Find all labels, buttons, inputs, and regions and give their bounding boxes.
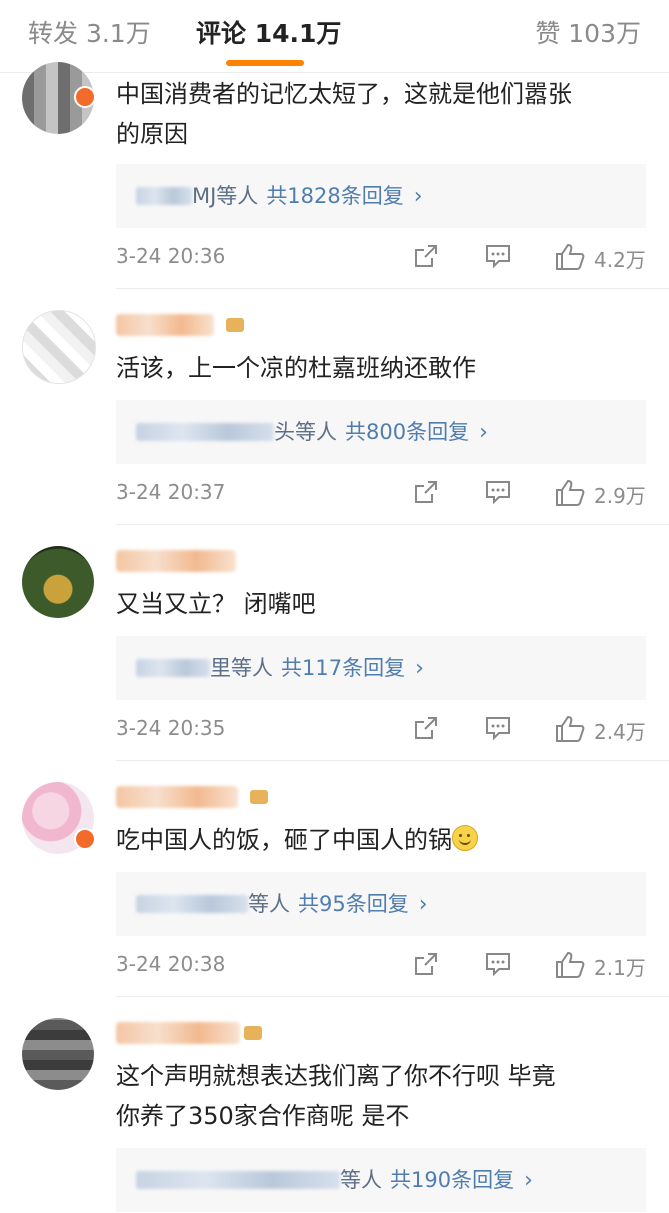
comment-tabs: 转发 3.1万 评论 14.1万 赞 103万 (0, 0, 669, 73)
reply-users-suffix: 等人 (340, 1168, 382, 1192)
avatar[interactable] (22, 1018, 94, 1090)
verified-badge-icon (74, 86, 96, 108)
tab-repost[interactable]: 转发 3.1万 (28, 14, 151, 50)
like-count: 2.4万 (594, 720, 646, 744)
reply-users-suffix: MJ等人 (192, 184, 259, 208)
smiley-emoji-icon (452, 825, 478, 851)
thumbs-up-icon[interactable] (554, 478, 586, 508)
comment-icon[interactable] (484, 242, 512, 270)
comment-text: 中国消费者的记忆太短了，这就是他们嚣张 的原因 (116, 74, 646, 154)
share-icon[interactable] (412, 478, 440, 506)
username[interactable] (116, 550, 236, 572)
avatar[interactable] (22, 310, 96, 384)
comment-meta: 3-24 20:38 2.1万 (116, 950, 646, 980)
thumbs-up-icon[interactable] (554, 714, 586, 744)
like-count: 2.1万 (594, 956, 646, 980)
thumbs-up-icon[interactable] (554, 950, 586, 980)
reply-user-names (136, 895, 248, 913)
username[interactable] (116, 314, 214, 336)
share-icon[interactable] (412, 714, 440, 742)
reply-count-link[interactable]: 共117条回复 (281, 656, 405, 680)
comment-text: 吃中国人的饭，砸了中国人的锅 (116, 820, 646, 860)
share-icon[interactable] (412, 242, 440, 270)
user-level-badge-icon (226, 318, 244, 332)
comment-icon[interactable] (484, 714, 512, 742)
comment-line: 的原因 (116, 120, 188, 148)
comment-icon[interactable] (484, 478, 512, 506)
reply-users-suffix: 里等人 (210, 656, 273, 680)
comment-line: 吃中国人的饭，砸了中国人的锅 (116, 820, 646, 860)
chevron-right-icon: › (524, 1168, 533, 1193)
reply-preview[interactable]: MJ等人 共1828条回复 › (116, 164, 646, 228)
comment-meta: 3-24 20:36 4.2万 (116, 242, 646, 272)
like-count: 4.2万 (594, 248, 646, 272)
comment-line: 中国消费者的记忆太短了，这就是他们嚣张 (116, 80, 572, 108)
reply-preview[interactable]: 里等人 共117条回复 › (116, 636, 646, 700)
reply-user-names (136, 187, 192, 205)
comment-timestamp: 3-24 20:37 (116, 480, 226, 504)
comment-meta: 3-24 20:35 2.4万 (116, 714, 646, 744)
username[interactable] (116, 1022, 240, 1044)
comment-divider (116, 288, 669, 289)
tab-likes[interactable]: 赞 103万 (535, 14, 641, 50)
chevron-right-icon: › (418, 892, 428, 917)
reply-count-link[interactable]: 共190条回复 (390, 1168, 514, 1192)
chevron-right-icon: › (413, 184, 423, 209)
comment-meta: 3-24 20:37 2.9万 (116, 478, 646, 508)
comment-divider (116, 524, 669, 525)
reply-count-link[interactable]: 共800条回复 (345, 420, 469, 444)
thumbs-up-icon[interactable] (554, 242, 586, 272)
reply-preview[interactable]: 等人 共190条回复 › (116, 1148, 646, 1212)
comment-line-text: 吃中国人的饭，砸了中国人的锅 (116, 826, 452, 854)
user-level-badge-icon (244, 1026, 262, 1040)
reply-users-suffix: 等人 (248, 892, 290, 916)
comment-text: 这个声明就想表达我们离了你不行呗 毕竟 你养了350家合作商呢 是不 (116, 1056, 646, 1136)
chevron-right-icon: › (479, 420, 488, 445)
comment-timestamp: 3-24 20:36 (116, 244, 226, 268)
chevron-right-icon: › (415, 656, 424, 681)
like-count: 2.9万 (594, 484, 646, 508)
comment-line: 又当又立？ 闭嘴吧 (116, 590, 316, 618)
reply-count-link[interactable]: 共95条回复 (298, 892, 409, 916)
verified-badge-icon (74, 828, 96, 850)
reply-user-names (136, 1171, 340, 1189)
comment-divider (116, 996, 669, 997)
username[interactable] (116, 786, 238, 808)
comment-text: 活该，上一个凉的杜嘉班纳还敢作 (116, 348, 646, 388)
share-icon[interactable] (412, 950, 440, 978)
comment-divider (116, 760, 669, 761)
reply-preview[interactable]: 头等人 共800条回复 › (116, 400, 646, 464)
reply-users-suffix: 头等人 (274, 420, 337, 444)
comment-text: 又当又立？ 闭嘴吧 (116, 584, 646, 624)
tab-comments[interactable]: 评论 14.1万 (196, 14, 341, 50)
user-level-badge-icon (250, 790, 268, 804)
comment-line: 这个声明就想表达我们离了你不行呗 毕竟 (116, 1062, 556, 1090)
avatar[interactable] (22, 546, 94, 618)
comment-line: 你养了350家合作商呢 是不 (116, 1102, 410, 1130)
comment-timestamp: 3-24 20:35 (116, 716, 226, 740)
comment-timestamp: 3-24 20:38 (116, 952, 226, 976)
reply-user-names (136, 659, 210, 677)
comment-icon[interactable] (484, 950, 512, 978)
comment-line: 活该，上一个凉的杜嘉班纳还敢作 (116, 354, 476, 382)
reply-user-names (136, 423, 274, 441)
reply-preview[interactable]: 等人 共95条回复 › (116, 872, 646, 936)
reply-count-link[interactable]: 共1828条回复 (266, 184, 403, 208)
active-tab-indicator (226, 60, 304, 66)
